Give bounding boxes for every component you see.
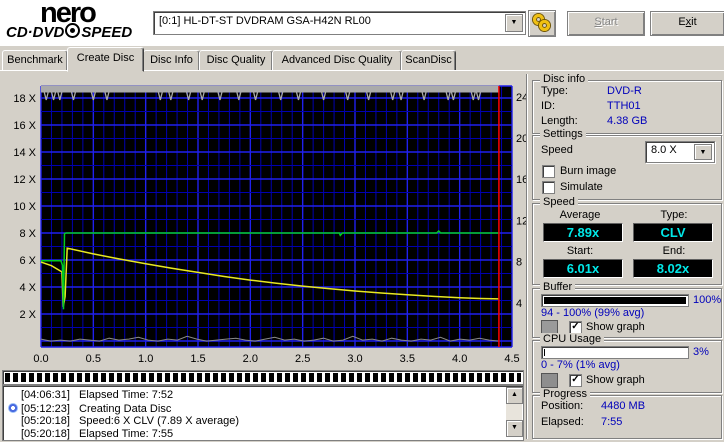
start-speed-display: 6.01x [543, 259, 623, 278]
start-button[interactable]: Start [567, 11, 645, 36]
svg-text:8: 8 [516, 257, 522, 269]
svg-text:4: 4 [516, 298, 522, 310]
disc-icon [5, 402, 21, 416]
svg-text:0.0: 0.0 [33, 353, 48, 365]
position-label: Position: [541, 400, 584, 412]
elapsed-value: 7:55 [601, 416, 623, 428]
cpu-progressbar [541, 346, 689, 359]
tab-disc-info[interactable]: Disc Info [143, 50, 200, 71]
cpu-percent: 3% [693, 346, 709, 358]
svg-text:3.0: 3.0 [347, 353, 362, 365]
tab-benchmark[interactable]: Benchmark [2, 50, 68, 71]
log-row: [04:06:31] Elapsed Time: 7:52 [21, 389, 174, 401]
nero-cd-dvd-speed-window: nero CD·DVD SPEED [0:1] HL-DT-ST DVDRAM G… [0, 0, 724, 442]
tab-disc-quality[interactable]: Disc Quality [199, 50, 273, 71]
tab-create-disc[interactable]: Create Disc [67, 47, 144, 72]
svg-text:1.0: 1.0 [138, 353, 153, 365]
svg-text:3.5: 3.5 [400, 353, 415, 365]
log-row: [05:20:18] Speed:6 X CLV (7.89 X average) [21, 415, 240, 427]
svg-text:4 X: 4 X [19, 282, 36, 294]
log-row: [05:12:23] Creating Data Disc [5, 402, 171, 415]
tab-scandisc[interactable]: ScanDisc [401, 50, 456, 71]
svg-text:4.5: 4.5 [504, 353, 519, 365]
speed-select[interactable]: 8.0 X ▼ [645, 141, 715, 163]
log-row: [05:20:18] Elapsed Time: 7:55 [21, 428, 174, 440]
chart-area: 18 X 16 X 14 X 12 X 10 X8 X6 X4 X2 X 24 20 16 12… [0, 75, 530, 369]
group-title: Progress [540, 388, 591, 400]
group-title: Settings [540, 128, 586, 140]
log-box: [04:06:31] Elapsed Time: 7:52 [05:12:23] C… [2, 385, 524, 441]
end-speed-label: End: [662, 245, 686, 257]
disc-info-group: Disc info Type: DVD-R ID: TTH01 Length: … [532, 73, 722, 134]
progress-group: Progress Position: 4480 MB Elapsed: 7:55 [532, 388, 722, 439]
disc-type-label: Type: [541, 85, 568, 97]
svg-text:6 X: 6 X [19, 255, 36, 267]
start-speed-label: Start: [566, 245, 594, 257]
disc-length-value: 4.38 GB [607, 115, 648, 127]
position-value: 4480 MB [601, 400, 646, 412]
buffer-progressbar [541, 294, 689, 307]
group-title: Disc info [540, 73, 589, 85]
settings-group: Settings Speed 8.0 X ▼ Burn image Simula… [532, 128, 722, 200]
chevron-down-icon[interactable]: ▼ [505, 14, 523, 32]
svg-text:2.0: 2.0 [243, 353, 258, 365]
vertical-divider [526, 74, 528, 439]
cd-dvd-speed-logo-text: CD·DVD SPEED [6, 23, 133, 41]
burn-image-label: Burn image [560, 165, 617, 177]
disc-id-label: ID: [541, 100, 556, 112]
simulate-checkbox[interactable] [542, 181, 555, 194]
disc-id-value: TTH01 [607, 100, 641, 112]
cpu-show-graph-checkbox[interactable]: ✓ [569, 374, 582, 387]
average-speed-label: Average [559, 209, 601, 221]
svg-text:2 X: 2 X [19, 309, 36, 321]
svg-text:10 X: 10 X [13, 201, 36, 213]
drive-select-value: [0:1] HL-DT-ST DVDRAM GSA-H42N RL00 [159, 15, 371, 27]
elapsed-label: Elapsed: [541, 416, 584, 428]
disc-type-value: DVD-R [607, 85, 642, 97]
buffer-percent: 100% [693, 294, 722, 306]
exit-button[interactable]: Exit [650, 11, 724, 36]
speed-group: Speed Average Type: 7.89x CLV Start: End… [532, 196, 722, 285]
buffer-range: 94 - 100% (99% avg) [541, 307, 645, 319]
log-scrollbar[interactable]: ▲ ▼ [506, 387, 523, 437]
cpu-usage-group: CPU Usage 3% 0 - 7% (1% avg) ✓ Show grap… [532, 333, 722, 393]
tab-advanced-disc-quality[interactable]: Advanced Disc Quality [272, 50, 402, 71]
svg-text:8 X: 8 X [19, 228, 36, 240]
test-progress-stripe-bar [2, 370, 524, 385]
svg-text:18 X: 18 X [13, 93, 36, 105]
group-title: Buffer [540, 281, 576, 293]
scroll-up-button[interactable]: ▲ [506, 387, 523, 404]
speed-type-display: CLV [633, 223, 713, 242]
drive-tools-button[interactable] [528, 10, 556, 37]
disc-icon [65, 23, 81, 38]
disc-length-label: Length: [541, 115, 578, 127]
speed-label: Speed [541, 144, 573, 156]
end-speed-display: 8.02x [633, 259, 713, 278]
cpu-range: 0 - 7% (1% avg) [541, 359, 620, 371]
svg-text:1.5: 1.5 [190, 353, 205, 365]
svg-text:12 X: 12 X [13, 174, 36, 186]
cpu-color-swatch [541, 373, 558, 388]
header-bar: nero CD·DVD SPEED [0:1] HL-DT-ST DVDRAM G… [0, 0, 724, 46]
svg-text:4.0: 4.0 [452, 353, 467, 365]
speed-select-value: 8.0 X [651, 144, 677, 156]
svg-text:0.5: 0.5 [86, 353, 101, 365]
scroll-down-button[interactable]: ▼ [506, 420, 523, 437]
svg-text:16 X: 16 X [13, 120, 36, 132]
drive-select[interactable]: [0:1] HL-DT-ST DVDRAM GSA-H42N RL00 ▼ [153, 11, 526, 35]
average-speed-display: 7.89x [543, 223, 623, 242]
simulate-label: Simulate [560, 181, 603, 193]
group-title: CPU Usage [540, 333, 605, 345]
chevron-down-icon[interactable]: ▼ [694, 144, 712, 160]
cpu-show-graph-label: Show graph [586, 374, 645, 386]
burn-image-checkbox[interactable] [542, 165, 555, 178]
write-speed-chart: 18 X16 X14 X12 X10 X8 X6 X4 X2 X24201612… [13, 85, 528, 365]
group-title: Speed [540, 196, 578, 208]
speed-type-label: Type: [660, 209, 688, 221]
buffer-group: Buffer 100% 94 - 100% (99% avg) ✓ Show g… [532, 281, 722, 338]
gears-icon [539, 20, 550, 31]
svg-text:14 X: 14 X [13, 147, 36, 159]
buffer-show-graph-label: Show graph [586, 321, 645, 333]
svg-text:2.5: 2.5 [295, 353, 310, 365]
